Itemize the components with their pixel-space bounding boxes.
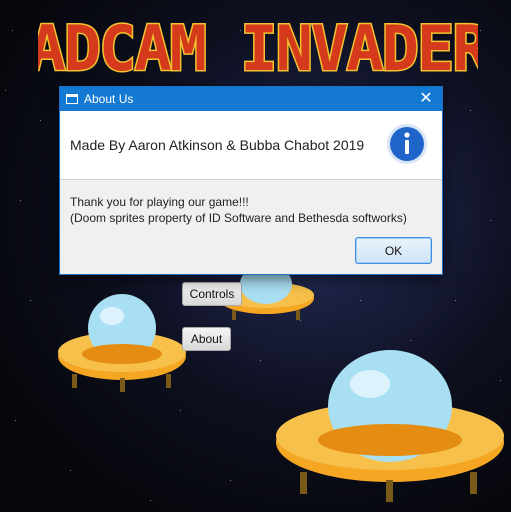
- ok-button-label: OK: [384, 243, 403, 258]
- dialog-message-line2: (Doom sprites property of ID Software an…: [70, 211, 407, 225]
- controls-button-label: Controls: [189, 287, 235, 301]
- close-icon[interactable]: ✕: [416, 89, 436, 109]
- about-button-label: About: [190, 332, 223, 346]
- info-icon: [387, 124, 427, 164]
- about-dialog: About Us ✕ Made By Aaron Atkinson & Bubb…: [59, 86, 443, 275]
- ufo-sprite-left: [58, 294, 186, 392]
- ok-button[interactable]: OK: [355, 237, 432, 264]
- ufo-sprite-right: [276, 350, 504, 502]
- game-logo: CADCAM INVADERS: [38, 11, 478, 87]
- window-icon: [66, 94, 78, 104]
- dialog-titlebar[interactable]: About Us ✕: [60, 87, 442, 111]
- dialog-title: About Us: [84, 92, 134, 106]
- controls-button[interactable]: Controls: [182, 282, 242, 306]
- dialog-header-text: Made By Aaron Atkinson & Bubba Chabot 20…: [70, 137, 365, 153]
- dialog-message-line1: Thank you for playing our game!!!: [70, 195, 249, 209]
- about-button[interactable]: About: [182, 327, 231, 351]
- dialog-content: Thank you for playing our game!!! (Doom …: [60, 180, 442, 226]
- logo-text: CADCAM INVADERS: [38, 12, 478, 85]
- dialog-header: Made By Aaron Atkinson & Bubba Chabot 20…: [60, 111, 442, 180]
